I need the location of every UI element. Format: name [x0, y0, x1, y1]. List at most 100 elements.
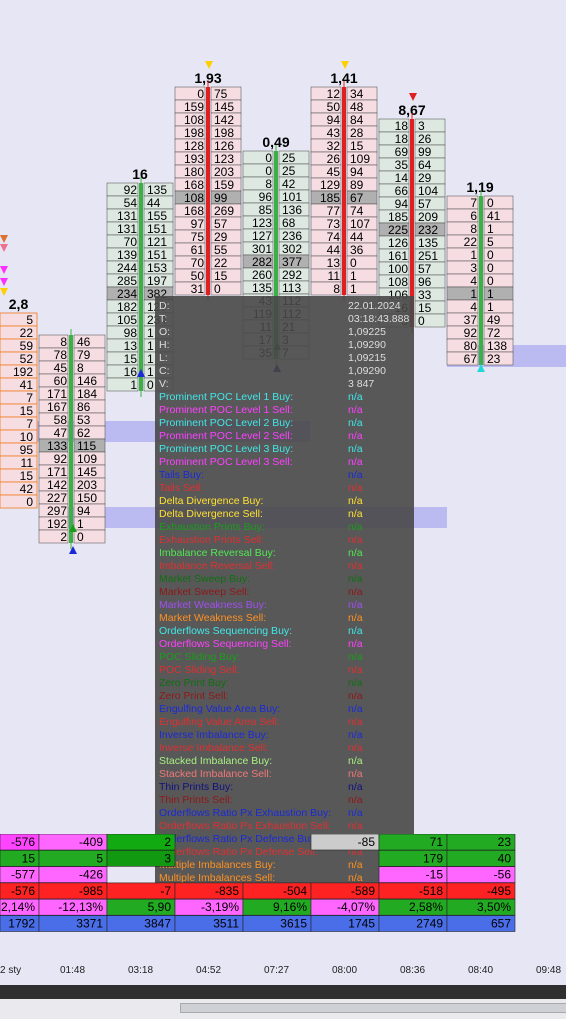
scrollbar-thumb[interactable] — [180, 1003, 566, 1013]
bid-value: 22 — [20, 326, 34, 340]
tooltip-value: n/a — [348, 794, 363, 806]
ask-value: 1 — [487, 222, 494, 236]
tooltip-value: 1,09225 — [348, 326, 386, 338]
ask-value: 0 — [350, 256, 357, 270]
bid-value: 108 — [184, 191, 204, 205]
tooltip-row: O: 1,09225 — [159, 326, 411, 339]
bid-value: 50 — [327, 100, 341, 114]
bid-value: 45 — [54, 361, 68, 375]
ask-value: 41 — [487, 209, 501, 223]
ask-value: 1 — [487, 287, 494, 301]
ask-value: 292 — [282, 268, 302, 282]
ask-value: 57 — [418, 262, 432, 276]
ask-value: 26 — [418, 132, 432, 146]
bid-value: 1 — [470, 287, 477, 301]
ask-value: 0 — [487, 196, 494, 210]
tooltip-key: Delta Divergence Sell: — [159, 508, 263, 520]
stats-value: -56 — [494, 868, 512, 882]
ask-value: 28 — [350, 126, 364, 140]
horizontal-scrollbar[interactable] — [0, 999, 566, 1019]
ask-value: 29 — [214, 230, 228, 244]
time-axis-tick: 01:48 — [60, 965, 86, 976]
tooltip-value: n/a — [348, 417, 363, 429]
tooltip-row: Inverse Imbalance Buy: n/a — [159, 729, 411, 742]
bid-value: 8 — [470, 222, 477, 236]
bid-value: 66 — [395, 184, 409, 198]
stats-value: -985 — [79, 884, 103, 898]
stats-value: -504 — [283, 884, 307, 898]
tooltip-row: Imbalance Reversal Sell: n/a — [159, 560, 411, 573]
tooltip-key: L: — [159, 352, 168, 364]
tooltip-value: n/a — [348, 430, 363, 442]
signal-marker-icon — [0, 266, 8, 274]
ask-value: 15 — [350, 139, 364, 153]
ask-value: 15 — [418, 301, 432, 315]
tooltip-row: Orderflows Sequencing Buy: n/a — [159, 625, 411, 638]
bid-value: 37 — [464, 313, 478, 327]
ask-value: 1 — [350, 282, 357, 296]
tooltip-value: n/a — [348, 703, 363, 715]
time-axis-tick: 08:00 — [332, 965, 358, 976]
bid-value: 198 — [184, 126, 204, 140]
candle-c5: 1,4112 3450 4894 8443 2832 1526 10945 94129 8918… — [310, 70, 378, 301]
bid-value: 10 — [20, 430, 34, 444]
ask-value: 377 — [282, 255, 302, 269]
bid-value: 61 — [191, 243, 205, 257]
bid-value: 128 — [184, 139, 204, 153]
ask-value: 203 — [77, 478, 97, 492]
bid-value: 129 — [320, 178, 340, 192]
ask-value: 142 — [214, 113, 234, 127]
bid-value: 41 — [20, 378, 34, 392]
ask-value: 96 — [418, 275, 432, 289]
tooltip-row: Prominent POC Level 1 Sell: n/a — [159, 404, 411, 417]
bid-value: 100 — [388, 262, 408, 276]
candle-c1: 8 4678 7945 860 146171 184167 8658 5347 62133 115… — [38, 329, 106, 549]
tooltip-key: T: — [159, 313, 168, 325]
stats-value: 5,90 — [148, 900, 172, 914]
tooltip-value: n/a — [348, 742, 363, 754]
ask-value: 75 — [214, 87, 228, 101]
ask-value: 269 — [214, 204, 234, 218]
bid-value: 18 — [395, 119, 409, 133]
stats-value: -576 — [11, 884, 35, 898]
ask-value: 68 — [282, 216, 296, 230]
bid-value: 26 — [327, 152, 341, 166]
tooltip-value: 1,09215 — [348, 352, 386, 364]
bid-value: 133 — [47, 439, 67, 453]
bid-value: 4 — [470, 274, 477, 288]
ask-value: 94 — [77, 504, 91, 518]
bid-value: 192 — [47, 517, 67, 531]
tooltip-row: Market Weakness Buy: n/a — [159, 599, 411, 612]
ask-value: 57 — [214, 217, 228, 231]
ask-value: 1 — [350, 269, 357, 283]
ask-value: 1 — [147, 339, 154, 353]
ask-value: 121 — [147, 235, 167, 249]
bid-value: 171 — [47, 465, 67, 479]
stats-value: 2 — [164, 835, 171, 849]
tooltip-value: n/a — [348, 638, 363, 650]
tooltip-key: Thin Prints Sell: — [159, 794, 233, 806]
bid-value: 92 — [464, 326, 478, 340]
ask-value: 135 — [147, 183, 167, 197]
bid-value: 97 — [191, 217, 205, 231]
tooltip-key: Engulfing Value Area Buy: — [159, 703, 281, 715]
tooltip-key: Orderflows Ratio Px Exhaustion Buy: — [159, 807, 332, 819]
tooltip-key: Stacked Imbalance Sell: — [159, 768, 272, 780]
ask-value: 29 — [418, 171, 432, 185]
bid-value: 32 — [327, 139, 341, 153]
tooltip-row: Orderflows Ratio Px Exhaustion Sell: n/a — [159, 820, 411, 833]
candle-info-tooltip: D: 22.01.2024 T: 03:18:43.888 O: 1,09225 H: 1,0… — [155, 296, 414, 910]
bid-value: 131 — [117, 209, 137, 223]
tooltip-key: Prominent POC Level 1 Sell: — [159, 404, 293, 416]
ask-value: 203 — [214, 165, 234, 179]
ask-value: 251 — [418, 249, 438, 263]
tooltip-key: C: — [159, 365, 170, 377]
tooltip-key: D: — [159, 300, 170, 312]
ask-value: 1 — [147, 326, 154, 340]
stats-value: 3371 — [76, 917, 103, 931]
signal-marker-icon — [0, 244, 8, 252]
ask-value: 155 — [147, 209, 167, 223]
ask-value: 89 — [350, 178, 364, 192]
tooltip-row: Imbalance Reversal Buy: n/a — [159, 547, 411, 560]
ask-value: 8 — [77, 361, 84, 375]
